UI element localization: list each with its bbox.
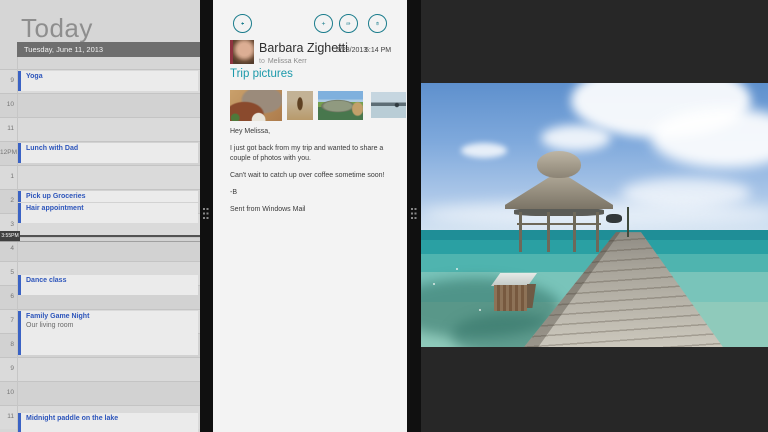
calendar-event[interactable]: Pick up Groceries [18,191,198,202]
calendar-hour-label: 11 [0,405,14,429]
photo-hut-post [519,212,522,252]
calendar-hour-row[interactable] [0,165,200,189]
calendar-event-title: Pick up Groceries [26,193,198,202]
attachment-thumbnail-beach[interactable] [371,92,406,118]
calendar-hour-row[interactable] [0,381,200,405]
calendar-event[interactable]: Lunch with Dad [18,143,198,163]
attachment-thumbnail-hippo[interactable] [318,91,363,120]
current-time-badge: 3:55PM [0,231,20,241]
calendar-event-title: Lunch with Dad [26,145,198,154]
snap-divider-left[interactable] [200,0,213,432]
attachment-thumbnail-elephant[interactable] [230,90,282,121]
mail-body-paragraph: Hey Melissa, [230,127,402,137]
calendar-hour-label: 2 [0,189,14,213]
photo-cloud [541,125,611,151]
calendar-date-header: Tuesday, June 11, 2013 [17,42,200,57]
calendar-gutter-divider [17,57,18,432]
current-time-line-secondary [0,241,200,242]
photo-pier-end [606,214,622,223]
photo-mooring-pole [627,207,629,237]
calendar-event-title: Dance class [26,277,198,286]
mail-body: Hey Melissa, I just got back from my trip… [230,127,402,222]
photo-bench [494,285,527,311]
calendar-hour-label: 8 [0,333,14,357]
to-prefix: to [259,58,265,65]
sender-avatar [230,40,254,64]
plus-icon [321,17,326,30]
photos-app-pane [421,0,768,432]
calendar-hour-row[interactable] [0,357,200,381]
photo-buoy [456,268,458,270]
photo-hut-post [547,212,550,252]
calendar-event[interactable]: Dance class [18,275,198,295]
respond-button[interactable] [339,14,358,33]
calendar-hour-label: 12PM [0,141,14,165]
new-mail-button[interactable] [314,14,333,33]
mail-subject: Trip pictures [230,68,293,80]
back-button[interactable] [233,14,252,33]
reply-envelope-icon [346,17,351,30]
mail-date: 5/28/2013 [336,47,367,54]
calendar-event-title: Midnight paddle on the lake [26,415,198,424]
snap-divider-grip-icon[interactable] [411,208,417,220]
calendar-hour-row[interactable] [0,117,200,141]
snap-divider-grip-icon[interactable] [203,208,209,220]
recipient-line: toMelissa Kerr [259,58,307,65]
delete-button[interactable] [368,14,387,33]
current-time-line [0,235,200,237]
calendar-event-title: Yoga [26,73,198,82]
calendar-hour-label: 11 [0,117,14,141]
photo-hut-post [573,212,576,252]
calendar-hour-label: 1 [0,165,14,189]
calendar-hour-label: 6 [0,285,14,309]
snap-divider-right[interactable] [407,0,421,432]
attachment-thumbnail-giraffe[interactable] [287,91,313,120]
photo-palapa-cap [537,151,581,178]
trash-icon [375,17,380,30]
mail-body-paragraph: Sent from Windows Mail [230,205,402,215]
sender-name: Barbara Zighetti [259,41,348,55]
mail-body-paragraph: Can't wait to catch up over coffee somet… [230,171,402,181]
back-arrow-icon [240,17,245,30]
calendar-event-location: Our living room [26,322,198,331]
calendar-title: Today [21,13,93,44]
windows8-split-screen: Today Tuesday, June 11, 2013 9101112PM12… [0,0,768,432]
calendar-hour-label: 10 [0,93,14,117]
calendar-event[interactable]: Midnight paddle on the lake [18,413,198,432]
calendar-event-title: Family Game Night [26,313,198,322]
calendar-hour-label: 9 [0,357,14,381]
calendar-event-title: Hair appointment [26,205,198,214]
mail-app-pane: Barbara Zighetti 5/28/2013 5:14 PM toMel… [213,0,407,432]
calendar-hour-row[interactable] [0,93,200,117]
calendar-hour-label: 9 [0,69,14,93]
calendar-hour-label: 7 [0,309,14,333]
calendar-event[interactable]: Family Game NightOur living room [18,311,198,355]
photo-hut-rail [517,223,601,225]
calendar-hour-label: 10 [0,381,14,405]
photo-hut-shadow [514,208,604,216]
calendar-event[interactable]: Yoga [18,71,198,91]
calendar-app-pane: Today Tuesday, June 11, 2013 9101112PM12… [0,0,200,432]
photo-cloud [461,143,507,158]
mail-time: 5:14 PM [365,47,391,54]
mail-body-paragraph: -B [230,188,402,198]
mail-body-paragraph: I just got back from my trip and wanted … [230,144,402,164]
calendar-hour-label: 5 [0,261,14,285]
photo-buoy [479,309,481,311]
recipient-name: Melissa Kerr [268,58,307,65]
calendar-event[interactable]: Hair appointment [18,203,198,223]
pier-photo[interactable] [421,83,768,347]
photo-buoy [433,283,435,285]
photo-hut-post [596,212,599,252]
